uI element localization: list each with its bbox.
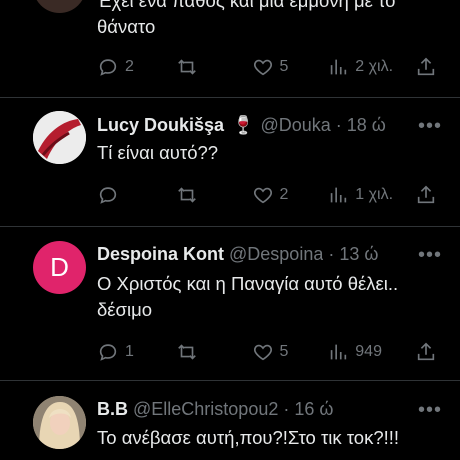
avatar[interactable] <box>33 0 86 13</box>
retweet-icon <box>177 344 196 360</box>
retweet-button[interactable] <box>176 56 252 78</box>
share-icon <box>417 185 435 204</box>
tweet-header: B.B @ElleChristopou2 · 16 ώ <box>97 396 446 422</box>
reply-icon <box>99 59 117 76</box>
tweet-1[interactable]: Lucy Doukišşa 🍷 @Douka · 18 ώ ••• Τί είν… <box>0 98 460 226</box>
views-button[interactable]: 2 χιλ. <box>327 56 415 78</box>
share-icon <box>417 342 435 361</box>
like-icon <box>253 59 272 76</box>
tweet-header: Lucy Doukišşa 🍷 @Douka · 18 ώ <box>97 112 446 138</box>
avatar-letter: D <box>50 252 69 282</box>
tweet-header: Despoina Kont @Despoina · 13 ώ <box>97 241 446 267</box>
views-button[interactable]: 1 χιλ. <box>327 184 415 206</box>
like-button[interactable]: 5 <box>252 341 328 363</box>
timestamp[interactable]: 13 ώ <box>339 244 378 265</box>
share-button[interactable] <box>415 56 437 78</box>
tweet-text: Ο Χριστός και η Παναγία αυτό θέλει.. δέσ… <box>97 273 399 320</box>
more-icon[interactable]: ••• <box>418 116 442 136</box>
tweet-text: Έχει ένα πάθος και μια εμμονή με το θάνα… <box>97 0 396 37</box>
reply-button[interactable] <box>97 184 176 206</box>
reply-button[interactable]: 1 <box>97 341 176 363</box>
avatar-image <box>33 396 86 449</box>
more-icon[interactable]: ••• <box>418 400 442 420</box>
reply-button[interactable]: 2 <box>97 56 176 78</box>
views-button[interactable]: 949 <box>327 341 415 363</box>
reply-icon <box>99 187 117 204</box>
separator: · <box>335 114 342 135</box>
reply-count: 2 <box>125 58 134 75</box>
avatar[interactable] <box>33 111 86 164</box>
more-icon[interactable]: ••• <box>418 245 442 265</box>
tweet-3[interactable]: B.B @ElleChristopou2 · 16 ώ ••• Το ανέβα… <box>0 381 460 460</box>
timestamp[interactable]: 18 ώ <box>347 115 386 136</box>
share-icon <box>417 57 435 76</box>
display-name[interactable]: B.B <box>97 399 128 420</box>
retweet-icon <box>177 59 196 75</box>
retweet-icon <box>177 187 196 203</box>
separator: · <box>328 243 335 264</box>
tweet-0[interactable]: Έχει ένα πάθος και μια εμμονή με το θάνα… <box>0 0 460 96</box>
like-count: 5 <box>279 58 289 75</box>
display-name[interactable]: Despoina Kont <box>97 244 224 265</box>
timestamp[interactable]: 16 ώ <box>294 399 333 420</box>
display-name[interactable]: Lucy Doukišşa <box>97 115 224 136</box>
views-count: 2 χιλ. <box>355 58 394 75</box>
like-button[interactable]: 5 <box>252 56 328 78</box>
handle[interactable]: @ElleChristopou2 <box>133 399 278 420</box>
handle[interactable]: @Douka <box>260 115 330 136</box>
avatar-image <box>33 111 86 164</box>
tweet-actions: 1 5 949 <box>97 340 437 364</box>
views-icon <box>331 187 347 203</box>
views-icon <box>331 59 347 75</box>
like-icon <box>253 344 272 361</box>
tweet-actions: 2 1 χιλ. <box>97 183 437 207</box>
like-button[interactable]: 2 <box>252 184 328 206</box>
share-button[interactable] <box>415 184 437 206</box>
retweet-button[interactable] <box>176 341 252 363</box>
avatar[interactable]: D <box>33 241 86 294</box>
reply-count: 1 <box>125 343 134 360</box>
views-count: 1 χιλ. <box>355 186 394 203</box>
avatar[interactable] <box>33 396 86 449</box>
tweet-actions: 2 5 2 χιλ. <box>97 55 437 79</box>
like-icon <box>253 187 272 204</box>
wine-emoji: 🍷 <box>232 114 255 135</box>
reply-icon <box>99 344 117 361</box>
separator: · <box>283 398 290 419</box>
like-count: 5 <box>279 343 289 360</box>
handle[interactable]: @Despoina <box>229 244 323 265</box>
tweet-text: Τί είναι αυτό?? <box>97 142 219 163</box>
views-icon <box>331 344 347 360</box>
tweet-text: Το ανέβασε αυτή,που?!Στο τικ τοκ?!!! <box>97 427 400 448</box>
tweet-2[interactable]: D Despoina Kont @Despoina · 13 ώ ••• Ο Χ… <box>0 227 460 379</box>
views-count: 949 <box>355 343 382 360</box>
like-count: 2 <box>279 186 289 203</box>
share-button[interactable] <box>415 341 437 363</box>
retweet-button[interactable] <box>176 184 252 206</box>
